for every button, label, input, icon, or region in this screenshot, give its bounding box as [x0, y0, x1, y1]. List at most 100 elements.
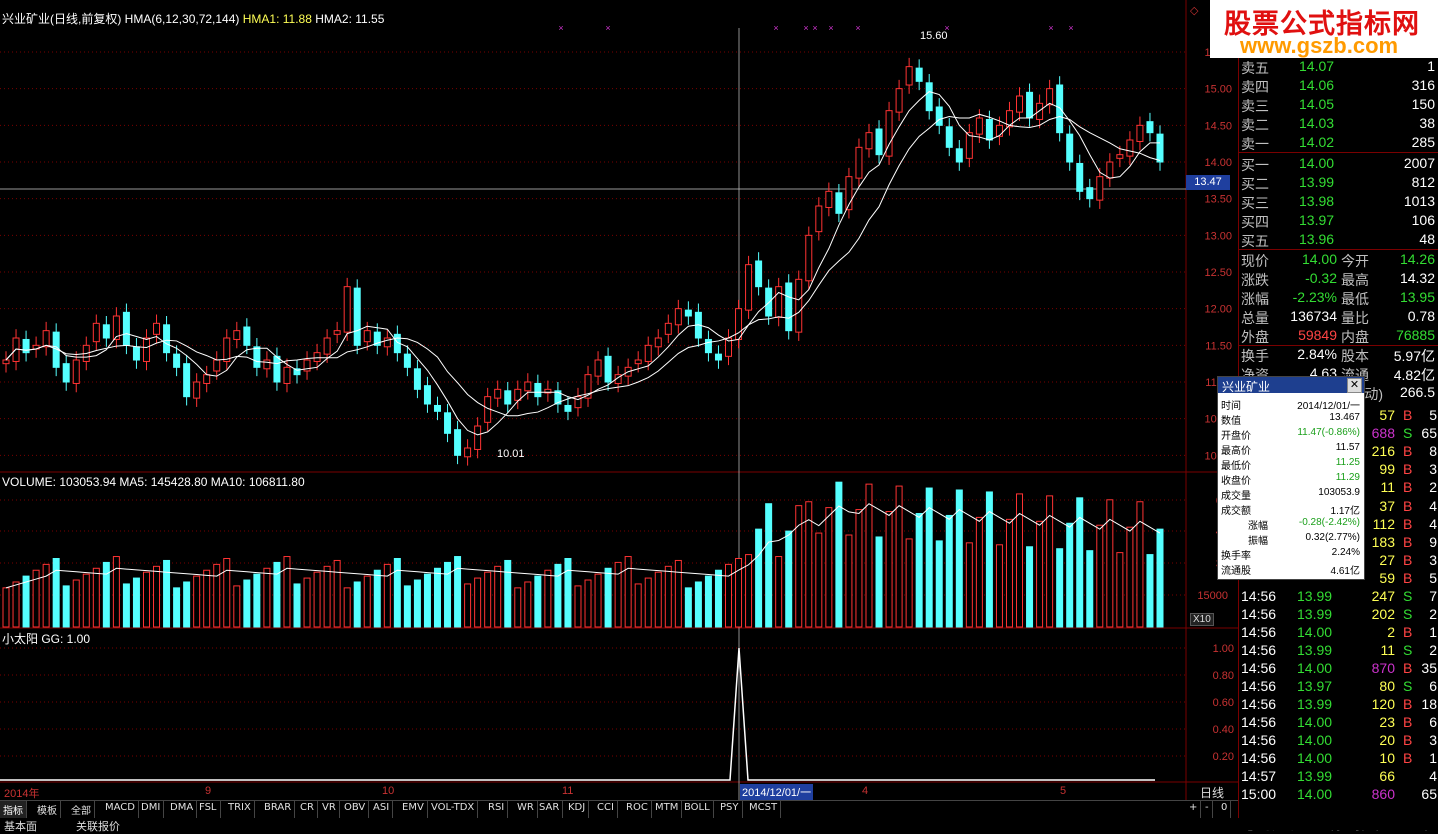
tick-row[interactable]: 15:00 14.00 860 65	[1239, 785, 1438, 804]
tab-boll[interactable]: BOLL	[681, 801, 714, 818]
tab-fundamentals[interactable]: 基本面	[4, 818, 37, 834]
buy-order-row[interactable]: 买一 14.00 2007	[1239, 154, 1438, 173]
volume-bar	[504, 559, 512, 628]
tab-obv[interactable]: OBV	[341, 801, 370, 818]
candle-body	[945, 126, 953, 148]
period-label[interactable]: 日线	[1200, 784, 1224, 801]
popup-row: 换手率 2.24%	[1218, 547, 1364, 562]
tick-row[interactable]: 14:56 13.97 80 S 6	[1239, 677, 1438, 696]
volume-bar	[514, 587, 522, 628]
tick-volume: 23	[1379, 714, 1395, 730]
buy-order-row[interactable]: 买二 13.99 812	[1239, 173, 1438, 192]
tick-count: 3	[1429, 461, 1437, 478]
stat-value: 2.84%	[1297, 346, 1337, 362]
low-annotation: 10.01	[497, 448, 525, 460]
tab-kdj[interactable]: KDJ	[565, 801, 590, 818]
candle-body	[795, 278, 803, 333]
stat-row[interactable]: 总量 136734 量比 0.78	[1239, 307, 1438, 326]
stat-value: 14.32	[1399, 270, 1435, 286]
tab-roc[interactable]: ROC	[623, 801, 652, 818]
tab-related-quotes[interactable]: 关联报价	[76, 818, 120, 834]
tick-count: 18	[1421, 696, 1437, 712]
candle-body	[203, 374, 211, 384]
sell-order-row[interactable]: 卖四 14.06 316	[1239, 76, 1438, 95]
tick-row[interactable]: 14:56 13.99 11 S 2	[1239, 641, 1438, 660]
stat-row[interactable]: 涨跌 -0.32 最高 14.32	[1239, 269, 1438, 288]
tab-指标[interactable]: 指标	[0, 801, 27, 818]
tick-row[interactable]: 14:56 14.00 2 B 1	[1239, 623, 1438, 642]
data-window-popup[interactable]: 兴业矿业 ✕ 时间 2014/12/01/一 数值 13.467 开盘价 11.47(-0…	[1217, 376, 1365, 580]
sell-order-row[interactable]: 卖二 14.03 38	[1239, 114, 1438, 133]
tab-asi[interactable]: ASI	[370, 801, 394, 818]
tick-row[interactable]: 14:56 13.99 202 S 2	[1239, 605, 1438, 624]
tick-row[interactable]: 14:56 13.99 120 B 18	[1239, 695, 1438, 714]
cursor-date-label: 2014/12/01/一	[740, 784, 814, 800]
tab-模板[interactable]: 模板	[34, 801, 61, 818]
sell-order-row[interactable]: 卖五 14.07 1	[1239, 57, 1438, 76]
buy-order-row[interactable]: 买三 13.98 1013	[1239, 192, 1438, 211]
tab-cr[interactable]: CR	[297, 801, 318, 818]
tab-全部[interactable]: 全部	[68, 801, 95, 818]
tab-fsl[interactable]: FSL	[196, 801, 221, 818]
tab-cci[interactable]: CCI	[594, 801, 618, 818]
volume-bar	[915, 512, 923, 628]
tick-row[interactable]: 14:57 13.99 66 4	[1239, 767, 1438, 786]
divider	[1239, 345, 1438, 346]
tab-control-2[interactable]: 0	[1218, 801, 1232, 818]
tab-mtm[interactable]: MTM	[652, 801, 683, 818]
candle-body	[102, 324, 110, 339]
candle-body	[1076, 162, 1084, 192]
tick-row[interactable]: 14:56 14.00 870 B 35	[1239, 659, 1438, 678]
close-icon[interactable]: ✕	[1347, 378, 1362, 393]
popup-row-value: -0.28(-2.42%)	[1298, 517, 1360, 528]
volume-bar	[464, 583, 472, 628]
stat-row[interactable]: 外盘 59849 内盘 76885	[1239, 326, 1438, 345]
tab-dmi[interactable]: DMI	[138, 801, 165, 818]
tab-vol-tdx[interactable]: VOL-TDX	[428, 801, 479, 818]
tick-row[interactable]: 14:56 14.00 23 B 6	[1239, 713, 1438, 732]
tab-emv[interactable]: EMV	[399, 801, 428, 818]
stat-row[interactable]: 换手 2.84% 股本 5.97亿	[1239, 345, 1438, 364]
price-tick-label: 12.50	[1204, 267, 1232, 279]
sell-order-row[interactable]: 卖一 14.02 285	[1239, 133, 1438, 152]
kline-svg[interactable]: 15.5015.0014.5014.0013.5013.0012.5012.00…	[0, 0, 1238, 800]
tick-side: B	[1403, 515, 1413, 532]
tab-control-1[interactable]: -	[1202, 801, 1213, 818]
tab-trix[interactable]: TRIX	[225, 801, 255, 818]
tab-vr[interactable]: VR	[319, 801, 340, 818]
stat-label: 涨跌	[1241, 272, 1269, 288]
buy-order-row[interactable]: 买四 13.97 106	[1239, 211, 1438, 230]
order-price: 14.00	[1299, 155, 1335, 171]
volume-bar	[102, 561, 110, 628]
tab-dma[interactable]: DMA	[167, 801, 198, 818]
volume-bar	[594, 573, 602, 628]
stat-value: 76885	[1396, 327, 1435, 343]
candle-body	[504, 390, 512, 405]
sell-order-row[interactable]: 卖三 14.05 150	[1239, 95, 1438, 114]
tick-row[interactable]: 14:56 13.99 247 S 7	[1239, 587, 1438, 606]
tab-wr[interactable]: WR	[514, 801, 538, 818]
tab-mcst[interactable]: MCST	[746, 801, 782, 818]
tick-row[interactable]: 14:56 14.00 10 B 1	[1239, 749, 1438, 768]
buy-order-row[interactable]: 买五 13.96 48	[1239, 230, 1438, 249]
tab-psy[interactable]: PSY	[717, 801, 743, 818]
tick-row[interactable]: 14:56 14.00 20 B 3	[1239, 731, 1438, 750]
kline-chart-area[interactable]: 15.5015.0014.5014.0013.5013.0012.5012.00…	[0, 0, 1238, 800]
tab-rsi[interactable]: RSI	[485, 801, 509, 818]
tick-count: 7	[1429, 588, 1437, 604]
stat-row[interactable]: 现价 14.00 今开 14.26	[1239, 250, 1438, 269]
stat-row[interactable]: 涨幅 -2.23% 最低 13.95	[1239, 288, 1438, 307]
tab-brar[interactable]: BRAR	[261, 801, 296, 818]
order-volume: 285	[1411, 134, 1435, 150]
diamond-icon[interactable]: ◇	[1190, 4, 1198, 17]
order-volume: 1013	[1403, 193, 1435, 209]
popup-titlebar[interactable]: 兴业矿业 ✕	[1218, 377, 1364, 394]
volume-bar	[644, 577, 652, 628]
tab-sar[interactable]: SAR	[536, 801, 564, 818]
tab-macd[interactable]: MACD	[102, 801, 139, 818]
indicator-tick-label: 0.40	[1213, 724, 1234, 736]
tick-count: 2	[1429, 606, 1437, 622]
volume-bar	[604, 567, 612, 628]
candle-body	[825, 190, 833, 208]
tab-control-0[interactable]: +	[1186, 801, 1202, 818]
